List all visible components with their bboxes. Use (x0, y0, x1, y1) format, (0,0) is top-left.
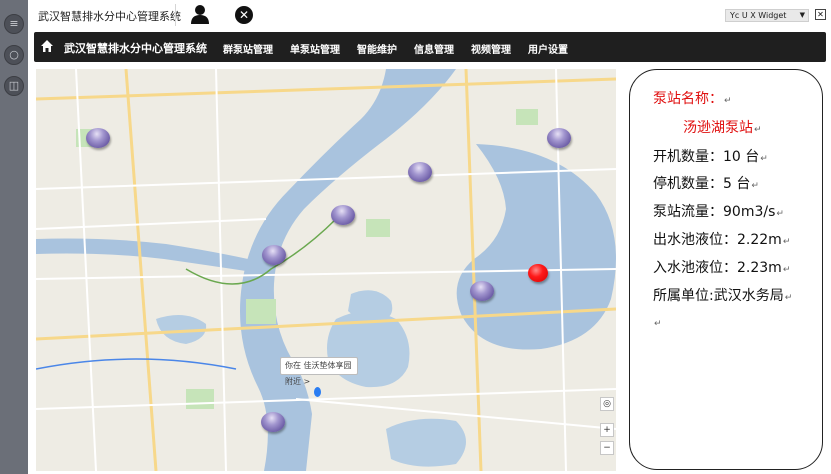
inlet-level: 入水池液位：2.23m↵ (653, 260, 791, 276)
nav-title: 武汉智慧排水分中心管理系统 (64, 42, 207, 55)
station-name-label: 泵站名称：↵ (653, 91, 732, 107)
pump-station-marker[interactable] (261, 412, 285, 432)
locate-icon[interactable]: ◎ (600, 397, 614, 411)
running-count: 开机数量：10 台↵ (653, 149, 768, 165)
close-icon[interactable]: ✕ (235, 6, 253, 24)
owner-unit: 所属单位:武汉水务局↵ (653, 288, 793, 304)
nav-item-info[interactable]: 信息管理 (414, 41, 454, 56)
nav-item-group-station[interactable]: 群泵站管理 (223, 41, 273, 56)
layers-icon[interactable]: ◫ (4, 76, 24, 96)
app-title: 武汉智慧排水分中心管理系统 (38, 10, 181, 23)
widget-select-value: Yc U X Widget (730, 11, 787, 20)
selected-pump-station-marker[interactable] (528, 264, 548, 282)
nav-item-video[interactable]: 视频管理 (471, 41, 511, 56)
zoom-out-button[interactable]: − (600, 441, 614, 455)
stopped-count: 停机数量：5 台↵ (653, 176, 759, 192)
location-pin-icon (314, 387, 321, 397)
widget-select[interactable]: Yc U X Widget ▼ (725, 9, 809, 22)
chevron-down-icon: ▼ (799, 11, 805, 19)
nav-item-maintenance[interactable]: 智能维护 (357, 41, 397, 56)
empty-paragraph: ↵ (654, 319, 662, 329)
pump-station-marker[interactable] (470, 281, 494, 301)
location-tooltip[interactable]: 你在 佳沃垫体享园 附近 > (280, 357, 358, 386)
outlet-level: 出水池液位：2.22m↵ (653, 232, 791, 248)
map-view[interactable]: 你在 佳沃垫体享园 附近 > ◎ + − (36, 69, 616, 471)
main-navbar: 武汉智慧排水分中心管理系统 群泵站管理 单泵站管理 智能维护 信息管理 视频管理… (34, 32, 826, 62)
nav-item-user-settings[interactable]: 用户设置 (528, 41, 568, 56)
pump-station-marker[interactable] (547, 128, 571, 148)
station-flow: 泵站流量：90m3/s↵ (653, 204, 784, 220)
menu-icon[interactable]: ≡ (4, 14, 24, 34)
pump-station-marker[interactable] (408, 162, 432, 182)
user-icon[interactable] (190, 4, 210, 24)
widget-close-button[interactable]: ✕ (815, 9, 826, 20)
zoom-in-button[interactable]: + (600, 423, 614, 437)
station-info-panel: 泵站名称：↵ 汤逊湖泵站↵ 开机数量：10 台↵ 停机数量：5 台↵ 泵站流量：… (629, 69, 823, 470)
divider (175, 4, 176, 26)
left-rail: ≡ ○ ◫ (0, 0, 28, 474)
top-bar: 武汉智慧排水分中心管理系统 ✕ Yc U X Widget ▼ ✕ (28, 0, 831, 30)
search-icon[interactable]: ○ (4, 45, 24, 65)
pump-station-marker[interactable] (86, 128, 110, 148)
pump-station-marker[interactable] (331, 205, 355, 225)
home-icon[interactable] (40, 39, 54, 53)
pump-station-marker[interactable] (262, 245, 286, 265)
station-name-value: 汤逊湖泵站↵ (683, 120, 762, 136)
nav-item-single-station[interactable]: 单泵站管理 (290, 41, 340, 56)
